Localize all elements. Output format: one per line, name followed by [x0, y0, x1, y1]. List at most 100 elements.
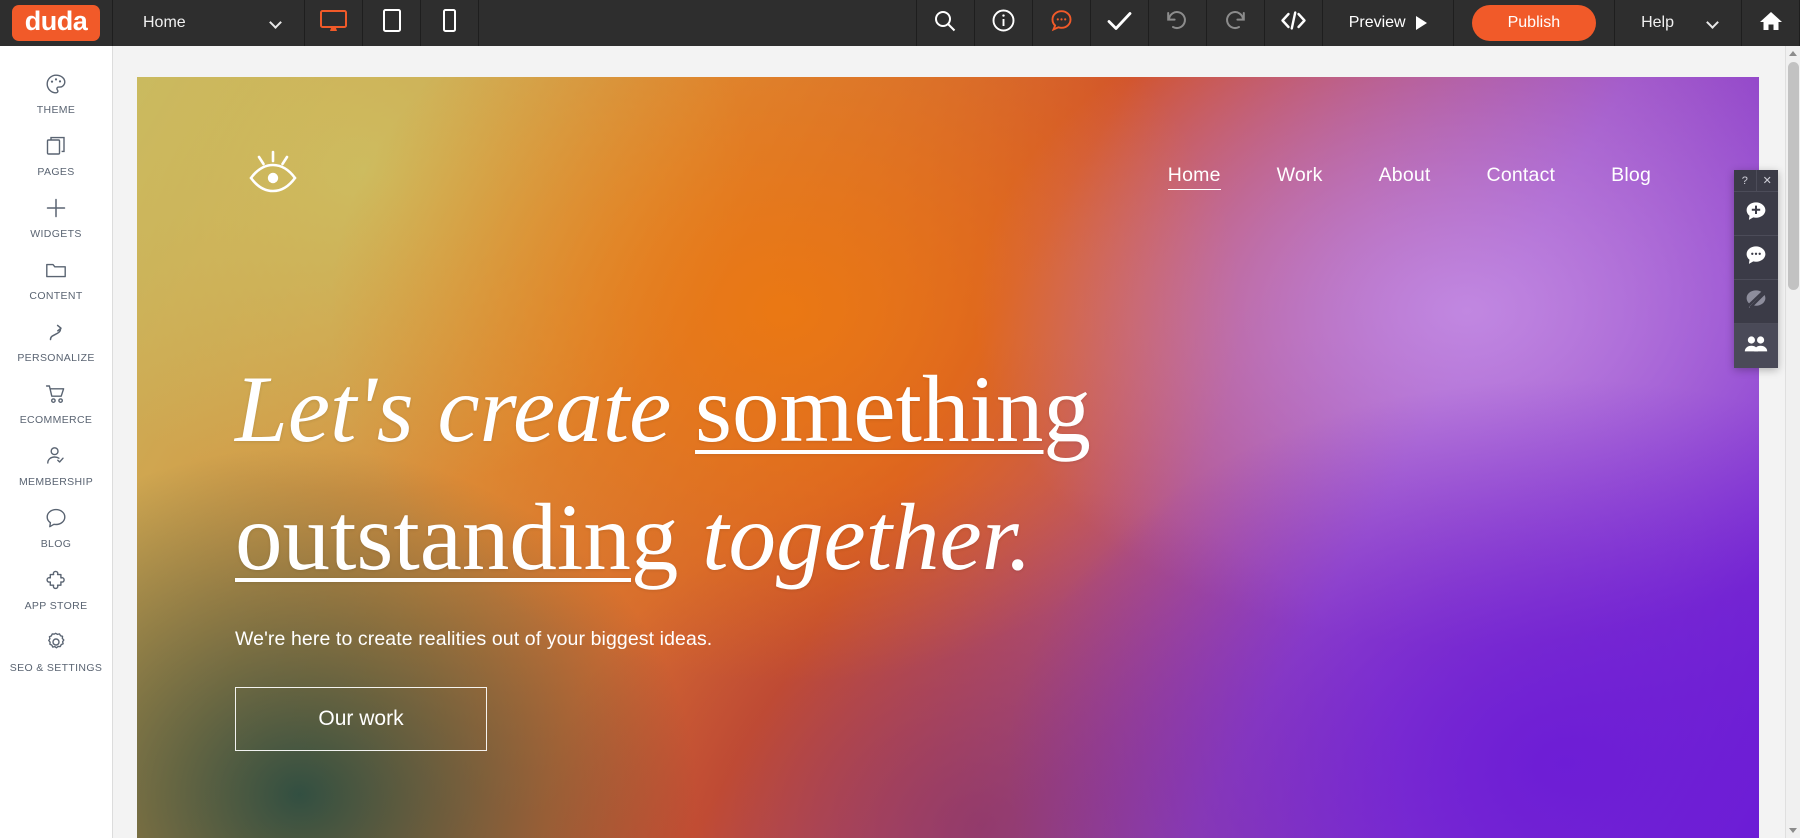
hide-comments-icon	[1745, 289, 1767, 315]
checkmark-icon	[1107, 11, 1132, 36]
device-mobile-button[interactable]	[421, 0, 479, 46]
palette-icon	[44, 71, 68, 97]
add-comment-icon	[1745, 201, 1767, 227]
scroll-down-arrow-icon[interactable]	[1789, 828, 1797, 833]
help-label: Help	[1641, 14, 1674, 31]
sidebar-item-app-store[interactable]: APP STORE	[0, 558, 113, 620]
sidebar-item-label: APP STORE	[24, 600, 88, 612]
plus-icon	[44, 195, 68, 221]
headline-part-4: together.	[678, 484, 1032, 591]
chevron-down-icon	[271, 18, 282, 29]
sidebar-item-widgets[interactable]: WIDGETS	[0, 186, 113, 248]
nav-link-blog[interactable]: Blog	[1611, 164, 1651, 189]
top-toolbar: duda Home Preview Publish Help	[0, 0, 1800, 46]
comment-panel-help-button[interactable]: ?	[1734, 170, 1757, 191]
sidebar-item-label: PAGES	[37, 166, 75, 178]
sidebar-item-label: THEME	[36, 104, 76, 116]
shopping-cart-icon	[44, 381, 68, 407]
hero-section: Let's create something outstanding toget…	[235, 345, 1235, 751]
device-desktop-button[interactable]	[305, 0, 363, 46]
sidebar-item-content[interactable]: CONTENT	[0, 248, 113, 310]
desktop-icon	[320, 9, 347, 37]
redo-icon	[1223, 10, 1247, 36]
info-button[interactable]	[975, 0, 1033, 46]
folder-icon	[44, 257, 68, 283]
headline-part-3: outstanding	[235, 484, 679, 591]
sidebar-item-label: BLOG	[40, 538, 72, 550]
tablet-icon	[382, 9, 401, 37]
sidebar-item-label: SEO & SETTINGS	[9, 662, 103, 674]
search-icon	[934, 10, 956, 37]
sidebar-item-membership[interactable]: MEMBERSHIP	[0, 434, 113, 496]
sidebar-item-personalize[interactable]: PERSONALIZE	[0, 310, 113, 372]
user-check-icon	[44, 443, 68, 469]
sidebar-item-label: MEMBERSHIP	[18, 476, 94, 488]
approve-button[interactable]	[1091, 0, 1149, 46]
headline-part-1: Let's create	[235, 356, 696, 462]
device-tablet-button[interactable]	[363, 0, 421, 46]
page-selector[interactable]: Home	[113, 0, 305, 46]
comments-button[interactable]	[1033, 0, 1091, 46]
site-preview: Home Work About Contact Blog Let's creat…	[137, 77, 1759, 838]
help-menu[interactable]: Help	[1615, 0, 1742, 46]
undo-icon	[1165, 10, 1189, 36]
eye-logo-icon[interactable]	[245, 149, 301, 204]
nav-link-about[interactable]: About	[1379, 164, 1431, 189]
comment-panel-close-button[interactable]: ✕	[1757, 170, 1779, 191]
redo-button[interactable]	[1207, 0, 1265, 46]
sidebar-item-pages[interactable]: PAGES	[0, 124, 113, 186]
scroll-up-arrow-icon[interactable]	[1789, 51, 1797, 56]
play-triangle-icon	[1415, 16, 1427, 30]
home-icon	[1759, 10, 1783, 37]
speech-bubble-icon	[44, 505, 68, 531]
search-button[interactable]	[917, 0, 975, 46]
pages-icon	[44, 133, 68, 159]
personalize-arrow-icon	[44, 319, 68, 345]
view-comments-button[interactable]	[1734, 236, 1778, 280]
publish-button-container: Publish	[1454, 0, 1616, 46]
sidebar-item-label: CONTENT	[29, 290, 83, 302]
comments-icon	[1745, 245, 1767, 271]
canvas-scrollbar[interactable]	[1785, 46, 1800, 838]
sidebar-item-label: ECOMMERCE	[19, 414, 93, 426]
nav-link-contact[interactable]: Contact	[1487, 164, 1556, 189]
publish-button[interactable]: Publish	[1471, 5, 1597, 41]
editor-canvas: Home Work About Contact Blog Let's creat…	[113, 46, 1800, 838]
our-work-button[interactable]: Our work	[235, 686, 487, 751]
hide-comments-button[interactable]	[1734, 280, 1778, 324]
hero-subheadline[interactable]: We're here to create realities out of yo…	[235, 628, 1235, 651]
sidebar-item-theme[interactable]: THEME	[0, 62, 113, 124]
preview-label: Preview	[1348, 14, 1406, 31]
home-button[interactable]	[1742, 0, 1800, 46]
nav-link-home[interactable]: Home	[1167, 164, 1221, 190]
headline-part-2: something	[695, 356, 1091, 462]
info-circle-icon	[992, 9, 1015, 37]
left-sidebar: THEME PAGES WIDGETS CONTENT PERSONALIZE …	[0, 46, 113, 838]
site-nav: Home Work About Contact Blog	[1167, 164, 1651, 190]
toolbar-spacer	[479, 0, 917, 46]
logo-text: duda	[11, 5, 101, 41]
hero-headline[interactable]: Let's create something outstanding toget…	[235, 345, 1235, 602]
scrollbar-thumb[interactable]	[1788, 62, 1799, 290]
team-members-button[interactable]	[1734, 324, 1778, 368]
comment-panel-header: ? ✕	[1734, 170, 1778, 192]
sidebar-item-seo-settings[interactable]: SEO & SETTINGS	[0, 620, 113, 682]
nav-link-work[interactable]: Work	[1277, 164, 1323, 189]
puzzle-piece-icon	[44, 567, 68, 593]
sidebar-item-blog[interactable]: BLOG	[0, 496, 113, 558]
people-icon	[1744, 335, 1768, 357]
chevron-down-icon	[1708, 18, 1719, 29]
code-brackets-icon	[1280, 10, 1307, 36]
gear-icon	[44, 629, 68, 655]
add-comment-button[interactable]	[1734, 192, 1778, 236]
sidebar-item-ecommerce[interactable]: ECOMMERCE	[0, 372, 113, 434]
sidebar-item-label: WIDGETS	[30, 228, 82, 240]
duda-editor-window: duda Home Preview Publish Help THEME PAG…	[0, 0, 1800, 838]
page-selector-value: Home	[143, 14, 186, 31]
undo-button[interactable]	[1149, 0, 1207, 46]
code-button[interactable]	[1265, 0, 1323, 46]
sidebar-item-label: PERSONALIZE	[17, 352, 95, 364]
duda-logo[interactable]: duda	[0, 0, 113, 46]
preview-button[interactable]: Preview	[1323, 0, 1454, 46]
site-header: Home Work About Contact Blog	[137, 149, 1759, 204]
